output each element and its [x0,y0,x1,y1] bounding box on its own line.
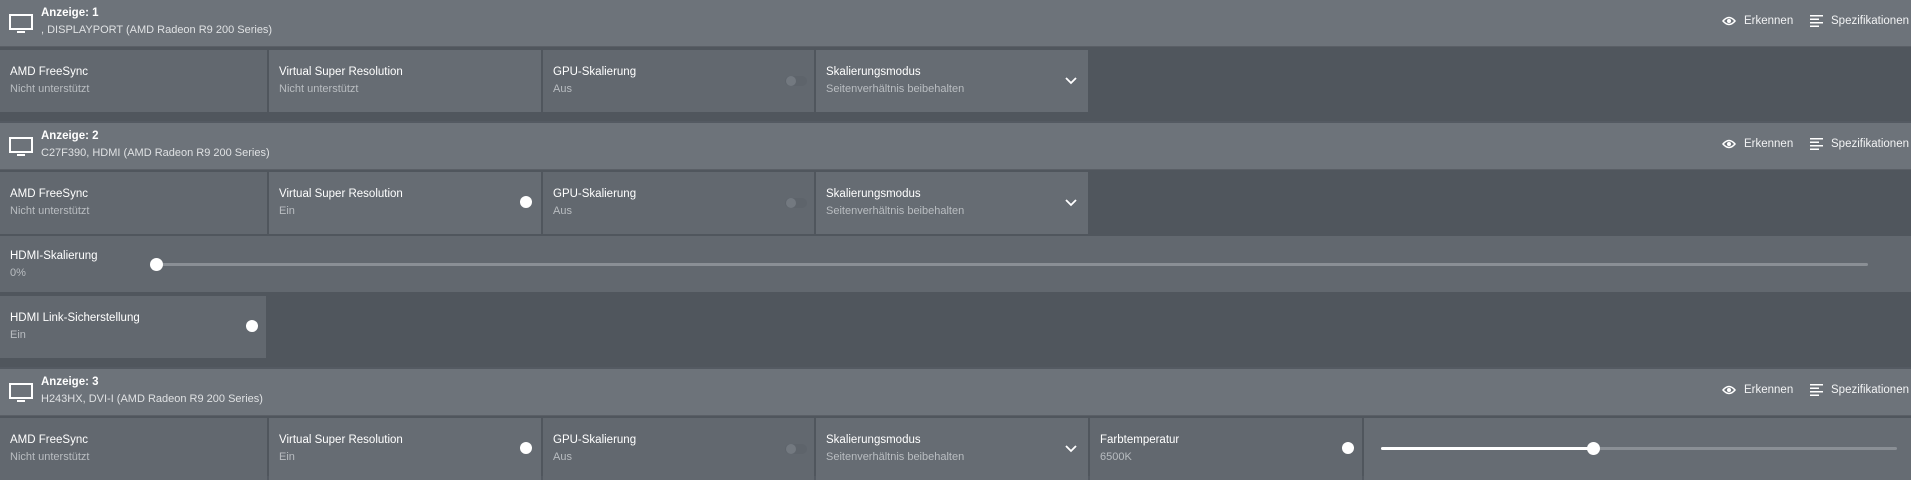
display-subtitle: , DISPLAYPORT (AMD Radeon R9 200 Series) [41,24,273,36]
eye-icon [1722,385,1736,395]
chevron-down-icon [1065,199,1077,207]
vsr-tile[interactable]: Virtual Super Resolution Ein [269,418,541,480]
vsr-tile[interactable]: Virtual Super Resolution Ein [269,172,541,234]
specs-button[interactable]: Spezifikationen [1810,384,1909,396]
identify-button[interactable]: Erkennen [1722,384,1793,396]
monitor-icon [9,14,33,33]
chevron-down-icon [1065,445,1077,453]
specs-label: Spezifikationen [1831,138,1909,150]
eye-icon [1722,16,1736,26]
scaling-mode-dropdown[interactable]: Skalierungsmodus Seitenverhältnis beibeh… [816,50,1088,112]
display-title: Anzeige: 1 [41,7,99,19]
eye-icon [1722,139,1736,149]
monitor-icon [9,383,33,402]
gpu-scaling-tile[interactable]: GPU-Skalierung Aus [543,50,814,112]
specs-label: Spezifikationen [1831,384,1909,396]
display-1-header: Anzeige: 1 , DISPLAYPORT (AMD Radeon R9 … [0,0,1911,47]
scaling-mode-dropdown[interactable]: Skalierungsmodus Seitenverhältnis beibeh… [816,418,1088,480]
color-temperature-toggle[interactable] [1342,442,1354,454]
vsr-tile: Virtual Super Resolution Nicht unterstüt… [269,50,541,112]
color-temperature-fill [1381,447,1593,450]
list-icon [1810,384,1823,396]
monitor-icon [9,137,33,156]
hdmi-link-toggle[interactable] [246,320,258,332]
color-temperature-slider-handle[interactable] [1587,442,1600,455]
hdmi-scaling-slider-handle[interactable] [150,258,163,271]
display-2-header: Anzeige: 2 C27F390, HDMI (AMD Radeon R9 … [0,123,1911,170]
specs-label: Spezifikationen [1831,15,1909,27]
display-subtitle: H243HX, DVI-I (AMD Radeon R9 200 Series) [41,393,263,405]
gpu-scaling-tile[interactable]: GPU-Skalierung Aus [543,172,814,234]
list-icon [1810,138,1823,150]
freesync-tile: AMD FreeSync Nicht unterstützt [0,418,267,480]
gpu-scaling-toggle[interactable] [785,198,807,208]
display-subtitle: C27F390, HDMI (AMD Radeon R9 200 Series) [41,147,270,159]
vsr-toggle[interactable] [520,196,532,208]
gpu-scaling-tile[interactable]: GPU-Skalierung Aus [543,418,814,480]
gpu-scaling-toggle[interactable] [785,444,807,454]
display-3-header: Anzeige: 3 H243HX, DVI-I (AMD Radeon R9 … [0,369,1911,416]
chevron-down-icon [1065,77,1077,85]
display-title: Anzeige: 3 [41,376,99,388]
specs-button[interactable]: Spezifikationen [1810,138,1909,150]
identify-button[interactable]: Erkennen [1722,138,1793,150]
color-temperature-tile[interactable]: Farbtemperatur 6500K [1090,418,1362,480]
identify-button[interactable]: Erkennen [1722,15,1793,27]
gpu-scaling-toggle[interactable] [785,76,807,86]
hdmi-scaling-track[interactable] [156,263,1868,266]
identify-label: Erkennen [1744,15,1794,27]
identify-label: Erkennen [1744,138,1794,150]
freesync-tile: AMD FreeSync Nicht unterstützt [0,50,267,112]
hdmi-link-tile[interactable]: HDMI Link-Sicherstellung Ein [0,296,266,358]
specs-button[interactable]: Spezifikationen [1810,15,1909,27]
display-title: Anzeige: 2 [41,130,99,142]
freesync-tile: AMD FreeSync Nicht unterstützt [0,172,267,234]
identify-label: Erkennen [1744,384,1794,396]
hdmi-scaling-tile: HDMI-Skalierung 0% [0,236,1911,292]
vsr-toggle[interactable] [520,442,532,454]
scaling-mode-dropdown[interactable]: Skalierungsmodus Seitenverhältnis beibeh… [816,172,1088,234]
color-temperature-slider-tile [1364,418,1911,480]
list-icon [1810,15,1823,27]
